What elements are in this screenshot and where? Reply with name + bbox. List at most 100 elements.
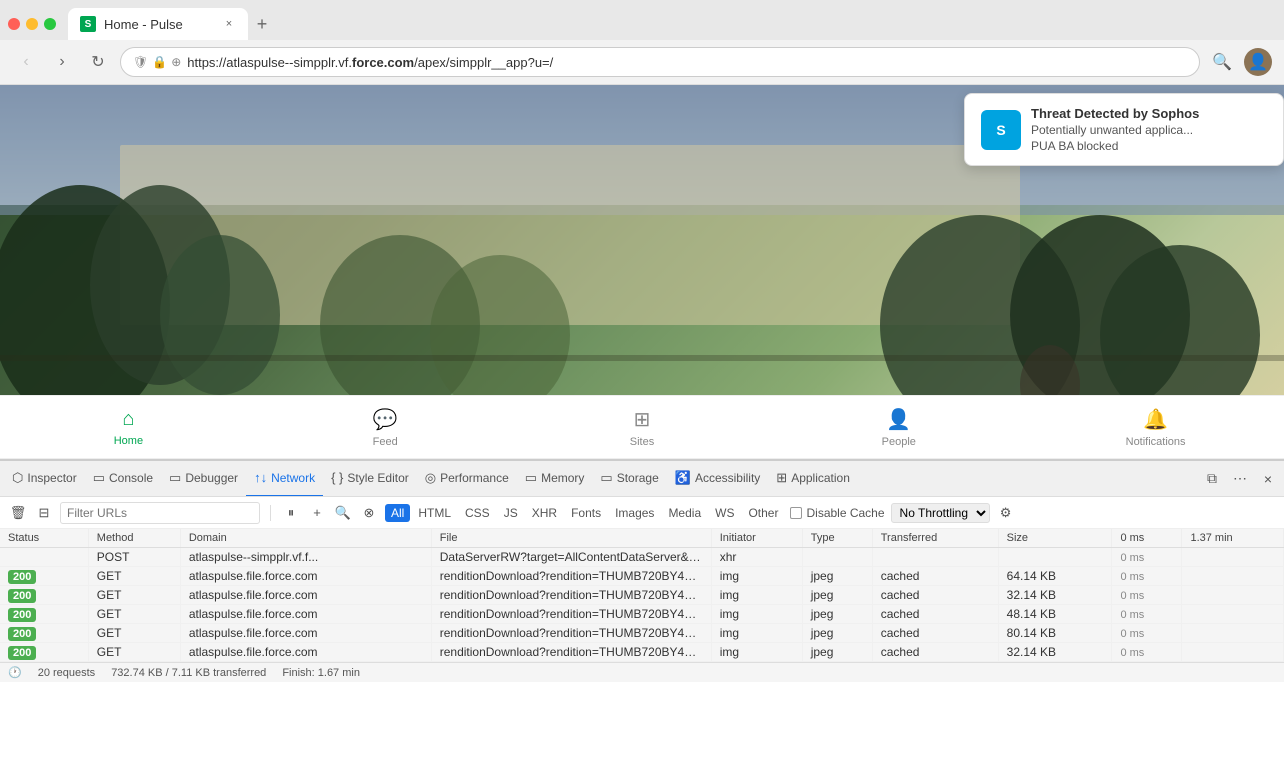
cell-file: renditionDownload?rendition=THUMB720BY48… <box>431 624 711 643</box>
forward-button[interactable]: › <box>48 48 76 76</box>
search-button[interactable]: 🔍 <box>1208 48 1236 76</box>
filter-tab-all[interactable]: All <box>385 504 410 522</box>
feed-icon: 💬 <box>373 407 398 432</box>
cell-initiator: img <box>711 643 802 662</box>
devtools-tab-style-editor[interactable]: { } Style Editor <box>323 461 417 497</box>
table-row[interactable]: 200 GET atlaspulse.file.force.com rendit… <box>0 567 1284 586</box>
col-size: Size <box>998 529 1112 548</box>
nav-item-home[interactable]: ⌂ Home <box>0 396 257 458</box>
table-row[interactable]: POST atlaspulse--simpplr.vf.f... DataSer… <box>0 548 1284 567</box>
cell-file: renditionDownload?rendition=THUMB720BY48… <box>431 605 711 624</box>
window-close-button[interactable] <box>8 18 20 30</box>
table-row[interactable]: 200 GET atlaspulse.file.force.com rendit… <box>0 624 1284 643</box>
cell-initiator: img <box>711 624 802 643</box>
filter-tab-fonts[interactable]: Fonts <box>565 504 607 522</box>
filter-toggle-button[interactable]: ⊟ <box>34 503 54 523</box>
devtools-tab-debugger[interactable]: ▭ Debugger <box>161 461 246 497</box>
filter-tab-html[interactable]: HTML <box>412 504 457 522</box>
cell-type: jpeg <box>802 586 872 605</box>
nav-item-sites[interactable]: ⊞ Sites <box>514 396 771 458</box>
sites-icon: ⊞ <box>634 407 651 432</box>
close-devtools-button[interactable]: × <box>1256 467 1280 491</box>
filter-tab-ws[interactable]: WS <box>709 504 740 522</box>
back-button[interactable]: ‹ <box>12 48 40 76</box>
tab-title: Home - Pulse <box>104 17 183 32</box>
cell-waterfall-ms: 0 ms <box>1112 548 1182 567</box>
filter-tab-xhr[interactable]: XHR <box>526 504 563 522</box>
search-button[interactable]: 🔍 <box>333 503 353 523</box>
console-label: Console <box>109 471 153 485</box>
application-label: Application <box>791 471 850 485</box>
filter-tab-other[interactable]: Other <box>742 504 784 522</box>
filter-tabs: All HTML CSS JS XHR Fonts Images Media W… <box>385 504 784 522</box>
sophos-logo: S <box>981 110 1021 150</box>
cell-size <box>998 548 1112 567</box>
threat-title: Threat Detected by Sophos <box>1031 106 1267 121</box>
cell-waterfall-ms: 0 ms <box>1112 605 1182 624</box>
dock-button[interactable]: ⧉ <box>1200 467 1224 491</box>
disable-cache-toggle[interactable]: Disable Cache <box>790 506 884 520</box>
devtools-tab-application[interactable]: ⊞ Application <box>768 461 858 497</box>
col-waterfall-start: 0 ms <box>1112 529 1182 548</box>
new-tab-button[interactable]: + <box>248 10 276 38</box>
home-icon: ⌂ <box>122 408 134 431</box>
devtools-tab-storage[interactable]: ▭ Storage <box>592 461 666 497</box>
devtools-tab-network[interactable]: ↑↓ Network <box>246 461 323 497</box>
cell-initiator: xhr <box>711 548 802 567</box>
blocked-button[interactable]: ⊗ <box>359 503 379 523</box>
devtools-tab-console[interactable]: ▭ Console <box>85 461 161 497</box>
network-label: Network <box>271 471 315 485</box>
filter-tab-js[interactable]: JS <box>498 504 524 522</box>
nav-item-people[interactable]: 👤 People <box>770 396 1027 458</box>
devtools-tab-accessibility[interactable]: ♿ Accessibility <box>667 461 769 497</box>
disable-cache-checkbox[interactable] <box>790 507 802 519</box>
cell-size: 32.14 KB <box>998 586 1112 605</box>
cell-waterfall-bar <box>1182 624 1284 643</box>
url-security-icons: 🛡 🔒 ⊕ <box>133 55 181 69</box>
window-minimize-button[interactable] <box>26 18 38 30</box>
filter-tab-media[interactable]: Media <box>662 504 707 522</box>
devtools-tab-inspector[interactable]: ⬡ Inspector <box>4 461 85 497</box>
notifications-icon: 🔔 <box>1143 407 1168 432</box>
browser-tab[interactable]: S Home - Pulse × <box>68 8 248 40</box>
memory-icon: ▭ <box>525 470 537 486</box>
accessibility-icon: ♿ <box>675 470 691 486</box>
filter-tab-images[interactable]: Images <box>609 504 660 522</box>
cell-waterfall-ms: 0 ms <box>1112 567 1182 586</box>
reload-button[interactable]: ↻ <box>84 48 112 76</box>
table-row[interactable]: 200 GET atlaspulse.file.force.com rendit… <box>0 643 1284 662</box>
throttle-select[interactable]: No Throttling <box>891 503 990 523</box>
shield-icon: 🛡 <box>133 55 148 69</box>
col-initiator: Initiator <box>711 529 802 548</box>
pause-button[interactable]: ⏸ <box>281 503 301 523</box>
add-button[interactable]: + <box>307 503 327 523</box>
devtools-tab-memory[interactable]: ▭ Memory <box>517 461 593 497</box>
cell-file: renditionDownload?rendition=THUMB720BY48… <box>431 567 711 586</box>
cell-file: renditionDownload?rendition=THUMB720BY48… <box>431 643 711 662</box>
window-maximize-button[interactable] <box>44 18 56 30</box>
settings-button[interactable]: ⚙ <box>996 503 1016 523</box>
memory-label: Memory <box>541 471 584 485</box>
url-bar[interactable]: 🛡 🔒 ⊕ https://atlaspulse--simpplr.vf.for… <box>120 47 1200 77</box>
devtools-tab-performance[interactable]: ◎ Performance <box>417 461 517 497</box>
filter-tab-css[interactable]: CSS <box>459 504 496 522</box>
nav-item-feed[interactable]: 💬 Feed <box>257 396 514 458</box>
col-transferred: Transferred <box>872 529 998 548</box>
user-avatar[interactable]: 👤 <box>1244 48 1272 76</box>
threat-popup: S Threat Detected by Sophos Potentially … <box>964 93 1284 166</box>
clear-network-button[interactable]: 🗑 <box>8 503 28 523</box>
cell-size: 64.14 KB <box>998 567 1112 586</box>
more-options-button[interactable]: ⋯ <box>1228 467 1252 491</box>
tab-close-button[interactable]: × <box>222 17 236 31</box>
requests-count: 20 requests <box>38 667 95 679</box>
table-row[interactable]: 200 GET atlaspulse.file.force.com rendit… <box>0 605 1284 624</box>
nav-item-notifications[interactable]: 🔔 Notifications <box>1027 396 1284 458</box>
storage-label: Storage <box>617 471 659 485</box>
cell-status <box>0 548 88 567</box>
cell-method: GET <box>88 605 180 624</box>
filter-url-input[interactable] <box>60 502 260 524</box>
threat-desc1: Potentially unwanted applica... <box>1031 123 1267 137</box>
table-row[interactable]: 200 GET atlaspulse.file.force.com rendit… <box>0 586 1284 605</box>
cell-transferred <box>872 548 998 567</box>
cell-size: 32.14 KB <box>998 643 1112 662</box>
